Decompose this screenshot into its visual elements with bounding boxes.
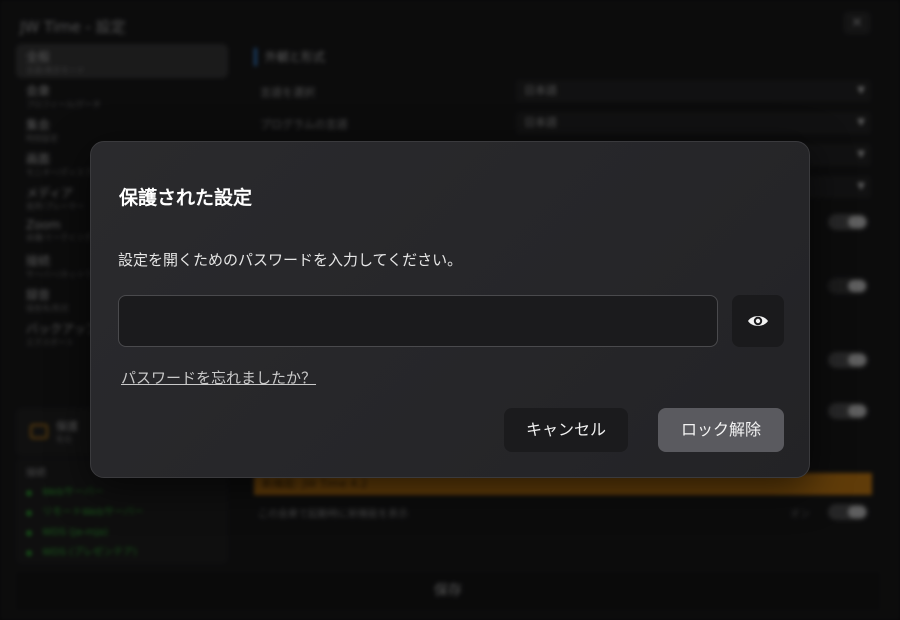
eye-icon bbox=[748, 316, 768, 326]
unlock-button[interactable]: ロック解除 bbox=[658, 408, 784, 452]
dialog-description: 設定を開くためのパスワードを入力してください。 bbox=[118, 251, 463, 269]
password-input[interactable] bbox=[118, 295, 718, 347]
forgot-password-link[interactable]: パスワードを忘れましたか？ bbox=[121, 367, 316, 388]
password-dialog: 保護された設定 設定を開くためのパスワードを入力してください。 パスワードを忘れ… bbox=[90, 141, 810, 478]
show-password-button[interactable] bbox=[732, 295, 784, 347]
dialog-title: 保護された設定 bbox=[119, 187, 253, 209]
cancel-button[interactable]: キャンセル bbox=[504, 408, 628, 452]
